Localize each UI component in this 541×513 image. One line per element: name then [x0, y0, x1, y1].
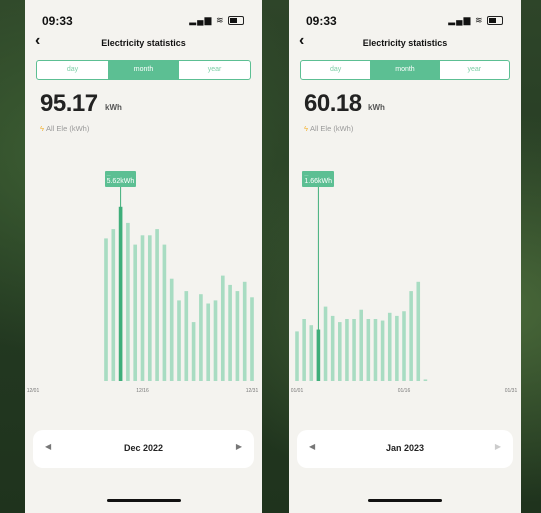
phone-screen-right: 09:33 ▂▄▆ ≋ ‹ Electricity statistics day… — [289, 0, 521, 513]
series-legend: ϟ All Ele (kWh) — [304, 124, 353, 133]
period-tabs: day month year — [36, 60, 251, 80]
chart-bar[interactable] — [302, 319, 306, 381]
bar-chart[interactable]: 01/01 01/16 01/31 — 1.66kWh — [289, 160, 521, 400]
status-time: 09:33 — [42, 14, 73, 28]
chart-bar[interactable] — [220, 275, 225, 381]
battery-icon — [228, 16, 244, 26]
legend-label: All Ele (kWh) — [309, 124, 354, 133]
chart-bar[interactable] — [366, 319, 371, 381]
series-legend: ϟ All Ele (kWh) — [40, 124, 89, 133]
chart-bar[interactable] — [330, 315, 335, 381]
x-tick-label: 12/31 — [246, 388, 259, 394]
page-title: Electricity statistics — [101, 38, 186, 48]
chart-bar[interactable] — [242, 281, 247, 381]
chart-bar[interactable] — [162, 244, 167, 381]
wifi-icon: ≋ — [474, 15, 484, 25]
bar-chart[interactable]: 12/01 12/16 12/31 — 5.62kWh — [25, 160, 262, 400]
chart-bar[interactable] — [169, 278, 174, 381]
chart-bar[interactable] — [191, 322, 196, 381]
chart-bar[interactable] — [228, 284, 232, 381]
x-tick-label: 01/01 — [291, 388, 304, 394]
status-time: 09:33 — [306, 14, 337, 28]
status-bar: 09:33 ▂▄▆ ≋ — [25, 8, 262, 28]
chart-bar[interactable] — [416, 281, 421, 381]
signal-icon: ▂▄▆ — [189, 15, 213, 25]
chart-bar[interactable] — [423, 379, 428, 381]
tooltip-value: 5.62kWh — [106, 178, 135, 185]
tab-year[interactable]: year — [440, 61, 509, 79]
chart-bar[interactable] — [380, 320, 385, 381]
month-label: Jan 2023 — [385, 443, 425, 453]
period-tabs: day month year — [300, 60, 510, 80]
signal-icon: ▂▄▆ — [448, 15, 472, 25]
tooltip-date: — — [304, 172, 309, 177]
chart-bar[interactable] — [387, 312, 392, 381]
chart-bar[interactable] — [111, 229, 116, 381]
chart-bar[interactable] — [213, 300, 218, 381]
lightning-icon: ϟ — [304, 124, 308, 133]
total-unit: kWh — [105, 103, 122, 112]
chart-bar[interactable] — [395, 315, 399, 381]
chart-bar[interactable] — [359, 309, 363, 381]
chart-bar[interactable] — [373, 319, 378, 381]
chart-bar[interactable] — [126, 222, 130, 381]
chart-bar[interactable] — [338, 322, 342, 381]
chart-bar[interactable] — [104, 238, 108, 381]
chart-bar[interactable] — [133, 244, 138, 381]
chart-bar[interactable] — [140, 235, 145, 381]
total-unit: kWh — [368, 103, 385, 112]
battery-icon — [487, 16, 503, 26]
home-indicator[interactable] — [368, 499, 442, 502]
total-value: 60.18 — [304, 90, 362, 117]
phone-screen-left: 09:33 ▂▄▆ ≋ ‹ Electricity statistics day… — [25, 0, 262, 513]
total-value: 95.17 — [40, 90, 98, 117]
chart-bar[interactable] — [295, 331, 299, 381]
chart-bar[interactable] — [147, 235, 152, 381]
chart-bar[interactable] — [352, 319, 356, 381]
chart-bar[interactable] — [155, 229, 159, 381]
chart-bar[interactable] — [402, 311, 406, 381]
chart-bar[interactable] — [323, 306, 328, 381]
bar-tooltip: — 1.66kWh — [302, 171, 335, 187]
chart-bar[interactable] — [309, 325, 314, 381]
month-label: Dec 2022 — [123, 443, 164, 453]
tab-year[interactable]: year — [179, 61, 250, 79]
status-icons: ▂▄▆ ≋ — [448, 15, 503, 26]
x-tick-label: 01/31 — [505, 388, 518, 394]
bar-chart-svg: 12/01 12/16 12/31 — [27, 175, 259, 394]
month-selector: ◀ Dec 2022 ▶ — [33, 430, 254, 468]
chart-bar[interactable] — [199, 294, 203, 381]
next-month-button[interactable]: ▶ — [236, 442, 242, 451]
bar-chart-svg: 01/01 01/16 01/31 — [291, 175, 518, 394]
tooltip-date: — — [106, 172, 111, 177]
legend-label: All Ele (kWh) — [45, 124, 90, 133]
chart-bar[interactable] — [177, 300, 181, 381]
next-month-button[interactable]: ▶ — [495, 442, 501, 451]
status-icons: ▂▄▆ ≋ — [189, 15, 244, 26]
chart-bar[interactable] — [235, 291, 240, 381]
tooltip-value: 1.66kWh — [304, 178, 333, 185]
wifi-icon: ≋ — [215, 15, 225, 25]
tab-month[interactable]: month — [370, 61, 440, 79]
month-selector: ◀ Jan 2023 ▶ — [297, 430, 513, 468]
chart-bar[interactable] — [250, 297, 254, 381]
x-tick-label: 12/16 — [136, 388, 149, 394]
page-title: Electricity statistics — [362, 38, 448, 48]
x-tick-label: 12/01 — [27, 388, 40, 394]
tab-month[interactable]: month — [108, 61, 179, 79]
chart-bar[interactable] — [184, 291, 189, 381]
home-indicator[interactable] — [106, 499, 181, 502]
x-tick-label: 01/16 — [398, 388, 411, 394]
lightning-icon: ϟ — [40, 124, 44, 133]
tab-day[interactable]: day — [37, 61, 108, 79]
chart-bar[interactable] — [345, 319, 349, 381]
status-bar: 09:33 ▂▄▆ ≋ — [289, 8, 521, 28]
tab-day[interactable]: day — [301, 61, 370, 79]
chart-bar[interactable] — [409, 291, 413, 381]
bar-tooltip: — 5.62kWh — [104, 171, 137, 187]
chart-bar[interactable] — [206, 303, 211, 382]
